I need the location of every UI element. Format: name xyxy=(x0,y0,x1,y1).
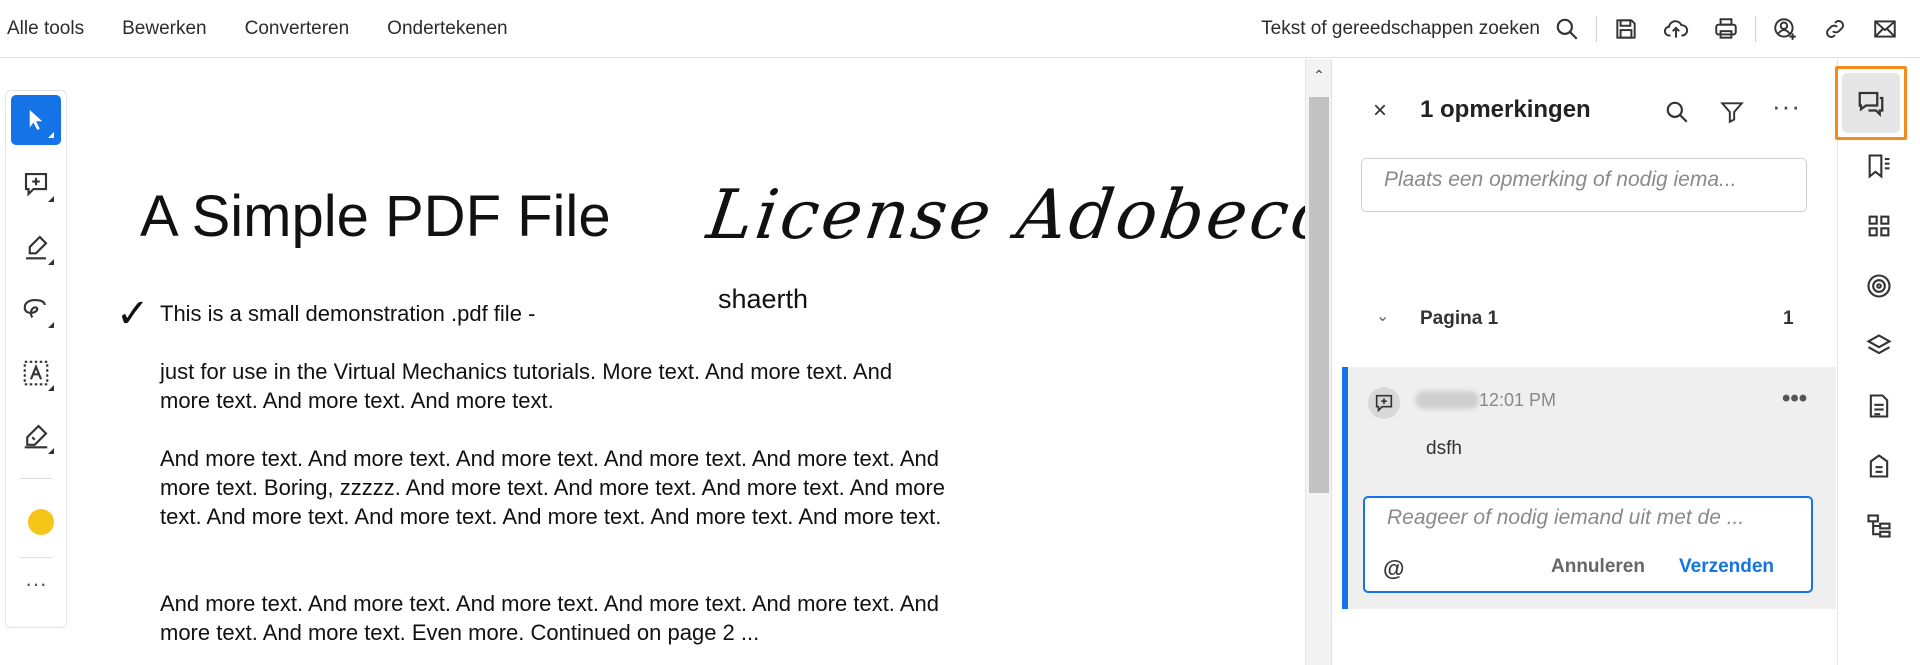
color-swatch[interactable] xyxy=(28,509,54,535)
sign-icon xyxy=(24,424,48,449)
target-icon[interactable] xyxy=(1860,267,1898,305)
tool-options-indicator xyxy=(48,322,54,328)
scrollbar-thumb[interactable] xyxy=(1309,97,1329,493)
comments-count-title: 1 opmerkingen xyxy=(1420,96,1591,123)
sign-tool[interactable] xyxy=(11,411,61,461)
mail-icon[interactable] xyxy=(1870,14,1900,44)
top-actions: Tekst of gereedschappen zoeken xyxy=(1261,0,1920,58)
comments-panel: × 1 opmerkingen ··· Plaats een opmerking… xyxy=(1331,59,1837,665)
select-pointer-icon xyxy=(29,110,43,130)
document-paragraph: And more text. And more text. And more t… xyxy=(160,591,939,645)
tool-search-label[interactable]: Tekst of gereedschappen zoeken xyxy=(1261,18,1540,40)
tool-options-indicator xyxy=(48,196,54,202)
mention-button[interactable]: @ xyxy=(1383,556,1404,582)
freehand-draw-icon xyxy=(23,298,46,319)
more-tools-button[interactable]: ··· xyxy=(6,571,66,597)
comment-more-options-button[interactable]: ••• xyxy=(1782,385,1807,413)
document-scrollbar[interactable]: ⌃ xyxy=(1305,59,1331,665)
send-button[interactable]: Verzenden xyxy=(1679,556,1774,578)
nav-sign[interactable]: Ondertekenen xyxy=(387,18,507,40)
document-paragraph: just for use in the Virtual Mechanics tu… xyxy=(160,359,893,413)
freehand-draw-tool[interactable] xyxy=(11,285,61,335)
text-box-icon xyxy=(23,360,49,386)
tool-options-indicator xyxy=(48,385,54,391)
document-paragraph: This is a small demonstration .pdf file … xyxy=(160,301,536,326)
document-icon[interactable] xyxy=(1860,387,1898,425)
highlight-tool[interactable] xyxy=(11,222,61,272)
bookmarks-icon[interactable] xyxy=(1860,147,1898,185)
page-group-label: Pagina 1 xyxy=(1420,308,1499,329)
add-comment-tool[interactable] xyxy=(11,159,61,209)
text-box-tool[interactable] xyxy=(11,348,61,398)
save-icon[interactable] xyxy=(1611,14,1641,44)
document-title: A Simple PDF File xyxy=(140,184,611,249)
upload-cloud-icon[interactable] xyxy=(1661,14,1691,44)
select-tool[interactable] xyxy=(11,95,61,145)
reply-input[interactable]: Reageer of nodig iemand uit met de ... xyxy=(1387,506,1744,530)
toolbar-divider xyxy=(1755,16,1756,42)
print-icon[interactable] xyxy=(1711,14,1741,44)
comment-text: dsfh xyxy=(1426,438,1462,459)
search-icon[interactable] xyxy=(1552,14,1582,44)
reply-box: Reageer of nodig iemand uit met de ... @… xyxy=(1363,496,1813,593)
nav-all-tools[interactable]: Alle tools xyxy=(7,18,84,40)
tool-options-indicator xyxy=(48,132,54,138)
comment-timestamp: 12:01 PM xyxy=(1479,390,1557,410)
document-paragraph: And more text. And more text. And more t… xyxy=(160,446,946,529)
panel-more-options-button[interactable]: ··· xyxy=(1772,91,1801,122)
add-comment-input[interactable]: Plaats een opmerking of nodig iema... xyxy=(1361,158,1807,212)
checkmark-annotation[interactable]: ✓ xyxy=(116,291,150,337)
comment-card[interactable]: 12:01 PM ••• dsfh Reageer of nodig ieman… xyxy=(1342,367,1836,609)
page-group-count: 1 xyxy=(1783,308,1794,329)
signature-field[interactable]: License Adobecc xyxy=(702,176,1305,255)
tool-options-indicator xyxy=(48,259,54,265)
chevron-down-icon[interactable]: ⌄ xyxy=(1376,306,1389,326)
cancel-button[interactable]: Annuleren xyxy=(1551,556,1645,578)
annotation-tool-rail: ··· xyxy=(5,90,67,628)
add-comment-icon xyxy=(24,172,48,197)
right-icon-rail xyxy=(1835,59,1920,665)
avatar xyxy=(1368,387,1400,419)
comment-icon xyxy=(1375,394,1393,413)
link-icon[interactable] xyxy=(1820,14,1850,44)
scroll-up-arrow-icon[interactable]: ⌃ xyxy=(1306,67,1332,84)
close-icon[interactable]: × xyxy=(1373,97,1387,125)
nav-edit[interactable]: Bewerken xyxy=(122,18,207,40)
rail-divider xyxy=(20,557,52,558)
pdf-page-view[interactable]: A Simple PDF File License Adobecc shaert… xyxy=(68,59,1305,665)
highlight-icon xyxy=(26,235,48,260)
layers-icon[interactable] xyxy=(1860,327,1898,365)
thumbnails-icon[interactable] xyxy=(1860,207,1898,245)
nav-convert[interactable]: Converteren xyxy=(245,18,350,40)
comment-author-redacted xyxy=(1415,391,1479,409)
tool-options-indicator xyxy=(48,448,54,454)
comments-tab-background xyxy=(1842,73,1900,133)
top-toolbar: Alle tools Bewerken Converteren Ondertek… xyxy=(0,0,1920,58)
rail-divider xyxy=(20,478,52,479)
search-icon[interactable] xyxy=(1662,97,1692,127)
comments-tab-active[interactable] xyxy=(1835,66,1907,140)
share-user-icon[interactable] xyxy=(1770,14,1800,44)
comments-icon xyxy=(1858,91,1884,117)
toolbar-divider xyxy=(1596,16,1597,42)
document-info-icon[interactable] xyxy=(1860,447,1898,485)
top-navigation: Alle tools Bewerken Converteren Ondertek… xyxy=(0,0,546,57)
structure-tree-icon[interactable] xyxy=(1860,507,1898,545)
filter-icon[interactable] xyxy=(1717,97,1747,127)
